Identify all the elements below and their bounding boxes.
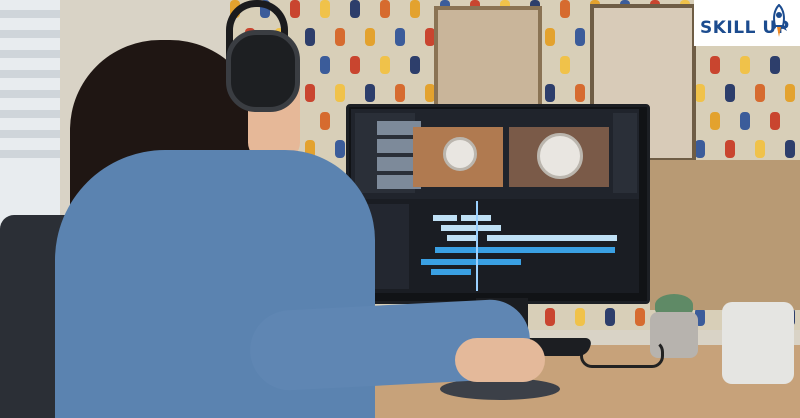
- wooden-shelf: [650, 160, 800, 310]
- wallpaper-tile: [605, 308, 615, 326]
- wallpaper-tile: [755, 140, 765, 158]
- wallpaper-tile: [710, 56, 720, 74]
- wallpaper-tile: [785, 140, 795, 158]
- wallpaper-tile: [725, 84, 735, 102]
- wallpaper-tile: [725, 140, 735, 158]
- wallpaper-tile: [335, 140, 345, 158]
- wallpaper-tile: [710, 112, 720, 130]
- wallpaper-tile: [740, 112, 750, 130]
- wallpaper-tile: [575, 308, 585, 326]
- wallpaper-tile: [410, 0, 420, 18]
- wallpaper-tile: [770, 112, 780, 130]
- wallpaper-tile: [770, 56, 780, 74]
- wall-picture-frame: [434, 6, 542, 114]
- person-hand-on-mouse: [455, 338, 545, 382]
- wallpaper-tile: [545, 28, 555, 46]
- playhead: [476, 201, 478, 291]
- wallpaper-tile: [395, 84, 405, 102]
- wallpaper-tile: [365, 28, 375, 46]
- video-editor-screen: [351, 109, 639, 293]
- wallpaper-tile: [350, 0, 360, 18]
- headphones-icon: [226, 30, 300, 112]
- inspector-panel: [613, 113, 637, 193]
- program-preview: [509, 127, 609, 187]
- wallpaper-tile: [635, 308, 645, 326]
- skill-up-logo: SKILL UP: [694, 0, 800, 46]
- wallpaper-tile: [305, 84, 315, 102]
- wallpaper-tile: [695, 84, 705, 102]
- wallpaper-tile: [320, 0, 330, 18]
- wallpaper-tile: [575, 84, 585, 102]
- wallpaper-tile: [545, 84, 555, 102]
- desk-clock: [722, 302, 794, 384]
- media-bin-panel: [355, 113, 421, 193]
- wallpaper-tile: [410, 56, 420, 74]
- wallpaper-tile: [320, 56, 330, 74]
- wallpaper-tile: [365, 84, 375, 102]
- wallpaper-tile: [290, 0, 300, 18]
- eyeglasses: [580, 340, 664, 368]
- wallpaper-tile: [305, 28, 315, 46]
- wallpaper-tile: [695, 140, 705, 158]
- wallpaper-tile: [320, 112, 330, 130]
- wallpaper-tile: [740, 56, 750, 74]
- wallpaper-tile: [350, 56, 360, 74]
- wallpaper-tile: [380, 0, 390, 18]
- wallpaper-tile: [395, 28, 405, 46]
- wallpaper-tile: [545, 308, 555, 326]
- wallpaper-tile: [335, 28, 345, 46]
- photo-scene: SKILL UP: [0, 0, 800, 418]
- wallpaper-tile: [785, 84, 795, 102]
- wallpaper-tile: [755, 84, 765, 102]
- wallpaper-tile: [575, 28, 585, 46]
- wallpaper-tile: [560, 56, 570, 74]
- wallpaper-tile: [335, 84, 345, 102]
- wallpaper-tile: [560, 0, 570, 18]
- wallpaper-tile: [380, 56, 390, 74]
- source-preview: [413, 127, 503, 187]
- rocket-icon: [771, 4, 787, 37]
